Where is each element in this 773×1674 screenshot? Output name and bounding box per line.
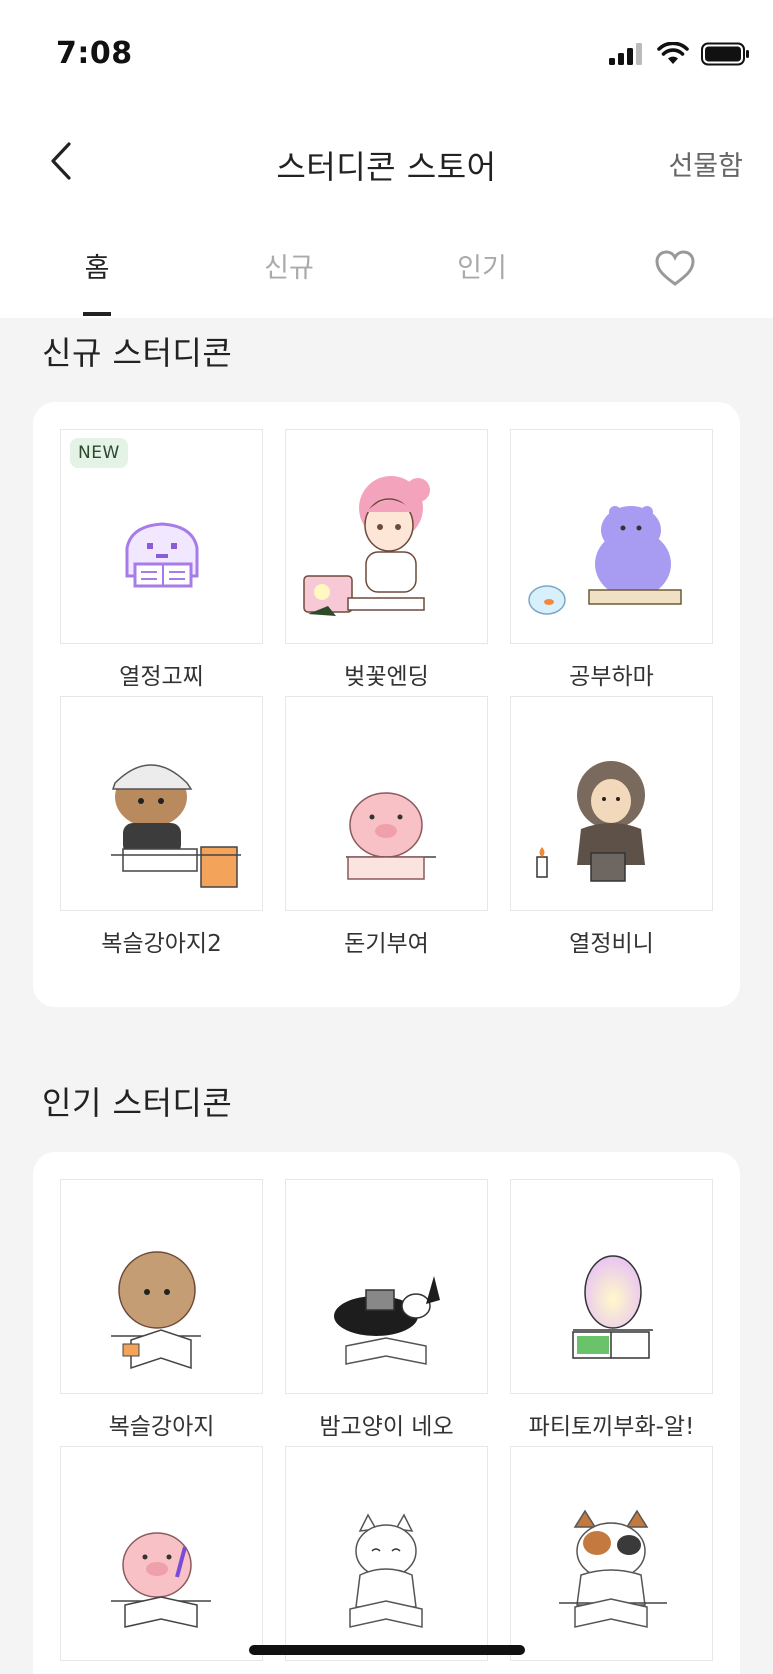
sticker-name: 벚꽃엔딩 [344, 664, 429, 690]
active-tab-indicator [83, 312, 111, 316]
calico-cat-sticker-image [559, 1509, 667, 1628]
sticker-name: 돈기부여 [344, 931, 429, 957]
tab-popular[interactable]: 인기 [432, 246, 532, 285]
pixel-ghost-sticker-image [125, 522, 199, 588]
hippo-sticker-image [528, 506, 682, 615]
sticker-name: 열정고찌 [119, 664, 204, 690]
sticker-name: 파티토끼부화-알! [528, 1414, 695, 1440]
gift-box-button[interactable]: 선물함 [668, 144, 743, 183]
sticker-name: 복슬강아지 [108, 1414, 215, 1440]
tab-home[interactable]: 홈 [47, 246, 147, 285]
sticker-name: 공부하마 [569, 664, 654, 690]
tab-new[interactable]: 신규 [239, 246, 339, 285]
party-rabbit-egg-sticker-image [572, 1255, 653, 1359]
home-indicator [249, 1645, 525, 1655]
cellular-signal-icon [609, 43, 642, 65]
cap-puppy-sticker-image [111, 764, 241, 888]
tab-bar: 홈 신규 인기 [0, 228, 773, 318]
sticker-name: 복슬강아지2 [101, 931, 222, 957]
tab-favorites-heart-icon[interactable] [654, 248, 696, 290]
status-bar: 7:08 [0, 0, 773, 110]
new-studicon-card: NEW 열정고찌 벚꽃엔딩 공부하마 복슬강아지2 돈기부여 열정비니 [33, 402, 740, 1007]
battery-icon [701, 42, 749, 66]
status-time: 7:08 [56, 36, 133, 71]
nav-bar: 스터디콘 스토어 선물함 [0, 120, 773, 204]
header: 7:08 스터디콘 스토어 선물함 홈 신규 인기 [0, 0, 773, 318]
night-cat-sticker-image [334, 1276, 440, 1365]
popular-studicon-card: 복슬강아지 밤고양이 네오 파티토끼부화-알! [33, 1152, 740, 1674]
pink-hair-girl-sticker-image [303, 476, 430, 616]
hooded-girl-sticker-image [536, 761, 645, 882]
popular-section-title: 인기 스터디콘 [42, 1084, 233, 1122]
sticker-name: 열정비니 [569, 931, 654, 957]
status-icons [609, 42, 751, 66]
page-title: 스터디콘 스토어 [276, 148, 497, 186]
pig-sticker-image [346, 792, 436, 880]
wifi-icon [657, 42, 689, 64]
pig-with-pen-sticker-image [111, 1532, 211, 1628]
fluffy-puppy-sticker-image [111, 1251, 201, 1370]
white-cat-sticker-image [349, 1513, 423, 1628]
new-section-title: 신규 스터디콘 [42, 334, 233, 372]
sticker-name: 밤고양이 네오 [319, 1414, 454, 1440]
